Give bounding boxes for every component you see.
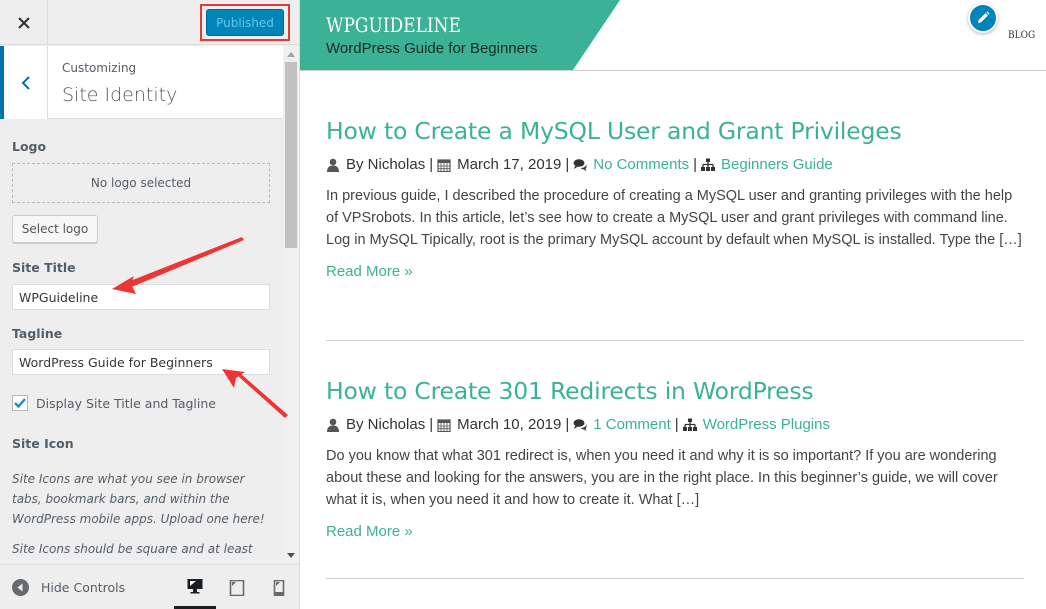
section-header: Customizing Site Identity xyxy=(0,46,283,119)
post-comments-link[interactable]: No Comments xyxy=(593,156,689,173)
chevron-left-icon xyxy=(21,75,30,90)
read-more-link[interactable]: Read More » xyxy=(326,523,413,540)
collapse-arrow-icon xyxy=(12,579,29,596)
checkmark-icon xyxy=(14,398,26,409)
scrollbar-thumb[interactable] xyxy=(285,62,297,248)
edit-shortcut-button[interactable] xyxy=(968,3,998,33)
preview-tablet-button[interactable] xyxy=(216,565,258,609)
meta-separator: | xyxy=(565,156,570,173)
comments-icon xyxy=(573,158,587,171)
display-title-tagline-label: Display Site Title and Tagline xyxy=(36,395,216,411)
hide-controls-button[interactable]: Hide Controls xyxy=(12,565,125,609)
post-item: How to Create 301 Redirects in WordPress… xyxy=(326,376,1024,541)
post-author: By Nicholas xyxy=(346,416,426,433)
post-divider xyxy=(326,340,1024,341)
post-date: March 17, 2019 xyxy=(457,156,562,173)
close-customizer-button[interactable] xyxy=(0,0,48,45)
display-title-tagline-option[interactable]: Display Site Title and Tagline xyxy=(12,395,216,411)
scroll-up-arrow[interactable] xyxy=(283,46,299,62)
post-meta: By Nicholas | March 17, 2019 | No Commen… xyxy=(326,156,1024,173)
post-title-link[interactable]: How to Create a MySQL User and Grant Pri… xyxy=(326,116,1024,146)
post-item: How to Create a MySQL User and Grant Pri… xyxy=(326,116,1024,281)
desktop-icon xyxy=(187,578,203,593)
hide-controls-label: Hide Controls xyxy=(41,580,126,595)
site-preview: WPGUIDELINE WordPress Guide for Beginner… xyxy=(300,0,1046,609)
calendar-icon xyxy=(437,158,451,172)
post-excerpt: In previous guide, I described the proce… xyxy=(326,188,1022,248)
site-header: WPGUIDELINE WordPress Guide for Beginner… xyxy=(300,0,1046,71)
meta-separator: | xyxy=(565,416,570,433)
sitemap-icon xyxy=(701,158,716,171)
site-icon-label: Site Icon xyxy=(12,436,74,451)
pencil-icon xyxy=(978,11,990,23)
triangle-up-icon xyxy=(287,51,295,57)
read-more-link[interactable]: Read More » xyxy=(326,263,413,280)
calendar-icon xyxy=(437,418,451,432)
meta-separator: | xyxy=(693,156,698,173)
logo-label: Logo xyxy=(12,139,47,154)
mobile-icon xyxy=(273,579,285,596)
meta-separator: | xyxy=(674,416,679,433)
select-logo-button[interactable]: Select logo xyxy=(12,215,98,243)
comments-icon xyxy=(573,418,587,431)
tagline-input[interactable] xyxy=(12,349,270,375)
meta-separator: | xyxy=(429,156,434,173)
post-comments-link[interactable]: 1 Comment xyxy=(593,416,671,433)
user-icon xyxy=(327,418,339,432)
sitemap-icon xyxy=(682,418,697,431)
site-tagline: WordPress Guide for Beginners xyxy=(326,40,538,57)
preview-mobile-button[interactable] xyxy=(258,565,300,609)
triangle-down-icon xyxy=(287,552,295,558)
post-divider xyxy=(326,578,1024,579)
breadcrumb: Customizing xyxy=(62,61,137,75)
preview-desktop-button[interactable] xyxy=(174,565,216,609)
site-icon-description: Site Icons are what you see in browser t… xyxy=(12,472,265,526)
nav-item-blog[interactable]: BLOG xyxy=(1008,30,1035,41)
scroll-down-arrow[interactable] xyxy=(283,547,299,563)
post-excerpt: Do you know that what 301 redirect is, w… xyxy=(326,448,998,508)
post-author: By Nicholas xyxy=(346,156,426,173)
back-button[interactable] xyxy=(0,46,48,119)
post-title-link[interactable]: How to Create 301 Redirects in WordPress xyxy=(326,376,1024,406)
customizer-footer: Hide Controls xyxy=(0,564,299,609)
site-title-label: Site Title xyxy=(12,260,76,275)
meta-separator: | xyxy=(429,416,434,433)
section-title: Site Identity xyxy=(62,84,178,106)
site-title-input[interactable] xyxy=(12,284,270,310)
customizer-sidebar: Published Customizing Site Identity Logo… xyxy=(0,0,300,609)
post-category-link[interactable]: WordPress Plugins xyxy=(703,416,830,433)
user-icon xyxy=(327,158,339,172)
site-title-link[interactable]: WPGUIDELINE xyxy=(326,13,461,37)
logo-placeholder[interactable]: No logo selected xyxy=(12,163,270,203)
post-meta: By Nicholas | March 10, 2019 | 1 Comment… xyxy=(326,416,1024,433)
display-title-tagline-checkbox[interactable] xyxy=(12,395,28,411)
tablet-icon xyxy=(229,579,245,596)
post-category-link[interactable]: Beginners Guide xyxy=(721,156,833,173)
publish-button[interactable]: Published xyxy=(206,9,284,36)
close-icon xyxy=(17,16,30,29)
customizer-controls: Customizing Site Identity Logo No logo s… xyxy=(0,46,299,563)
tagline-label: Tagline xyxy=(12,326,63,341)
customizer-header: Published xyxy=(0,0,299,45)
post-date: March 10, 2019 xyxy=(457,416,562,433)
controls-scrollbar[interactable] xyxy=(283,46,299,563)
site-icon-size-note: Site Icons should be square and at least… xyxy=(12,542,253,563)
